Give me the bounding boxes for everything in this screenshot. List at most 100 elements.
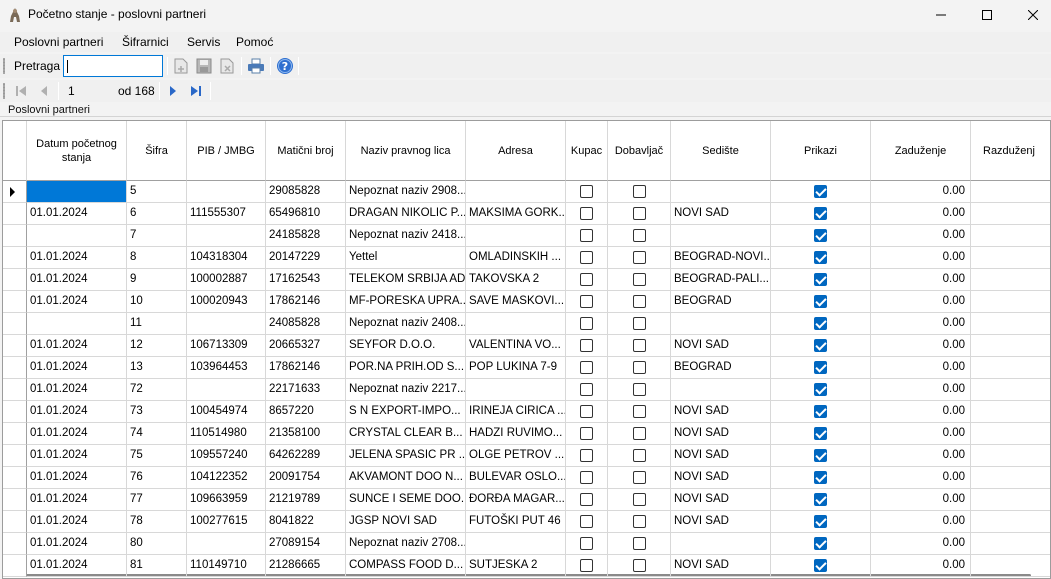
sifra-cell[interactable]: 11 (127, 313, 187, 335)
sifra-cell[interactable]: 9 (127, 269, 187, 291)
maticni-broj-cell[interactable]: 20147229 (266, 247, 346, 269)
maticni-broj-cell[interactable]: 65496810 (266, 203, 346, 225)
sediste-cell[interactable]: NOVI SAD (671, 489, 771, 511)
row-header[interactable] (3, 555, 27, 577)
datum-cell[interactable]: 01.01.2024 (27, 555, 127, 577)
razduzenje-cell[interactable] (971, 313, 1050, 335)
prikazi-checkbox[interactable] (814, 405, 827, 418)
menu-servis[interactable]: Servis (187, 35, 220, 49)
row-header[interactable] (3, 357, 27, 379)
sifra-cell[interactable]: 80 (127, 533, 187, 555)
datum-cell[interactable]: 01.01.2024 (27, 511, 127, 533)
zaduzenje-cell[interactable]: 0.00 (871, 489, 971, 511)
prikazi-checkbox[interactable] (814, 251, 827, 264)
adresa-cell[interactable]: POP LUKINA 7-9 (466, 357, 566, 379)
maticni-broj-cell[interactable]: 20665327 (266, 335, 346, 357)
pib-cell[interactable] (187, 181, 266, 203)
datum-cell[interactable]: 01.01.2024 (27, 357, 127, 379)
row-header[interactable] (3, 181, 27, 203)
sifra-cell[interactable]: 8 (127, 247, 187, 269)
dobavljac-checkbox[interactable] (633, 339, 646, 352)
prikazi-checkbox[interactable] (814, 537, 827, 550)
column-zaduzenje-header[interactable]: Zaduženje (871, 121, 971, 181)
dobavljac-checkbox[interactable] (633, 317, 646, 330)
prikazi-checkbox[interactable] (814, 273, 827, 286)
dobavljac-checkbox[interactable] (633, 471, 646, 484)
dobavljac-checkbox[interactable] (633, 405, 646, 418)
datum-cell[interactable]: 01.01.2024 (27, 291, 127, 313)
row-header[interactable] (3, 533, 27, 555)
prikazi-checkbox[interactable] (814, 449, 827, 462)
razduzenje-cell[interactable] (971, 291, 1050, 313)
zaduzenje-cell[interactable]: 0.00 (871, 533, 971, 555)
column-maticni-broj-header[interactable]: Matični broj (266, 121, 346, 181)
pib-cell[interactable]: 110149710 (187, 555, 266, 577)
adresa-cell[interactable]: SUTJESKA 2 (466, 555, 566, 577)
kupac-checkbox[interactable] (580, 185, 593, 198)
naziv-cell[interactable]: Nepoznat naziv 2418... (346, 225, 466, 247)
zaduzenje-cell[interactable]: 0.00 (871, 269, 971, 291)
sediste-cell[interactable]: BEOGRAD (671, 291, 771, 313)
menu-poslovni-partneri[interactable]: Poslovni partneri (14, 35, 103, 49)
save-icon[interactable] (195, 57, 213, 75)
razduzenje-cell[interactable] (971, 269, 1050, 291)
naziv-cell[interactable]: DRAGAN NIKOLIC P... (346, 203, 466, 225)
adresa-cell[interactable] (466, 379, 566, 401)
column-adresa-header[interactable]: Adresa (466, 121, 566, 181)
sediste-cell[interactable]: NOVI SAD (671, 555, 771, 577)
row-header[interactable] (3, 511, 27, 533)
zaduzenje-cell[interactable]: 0.00 (871, 379, 971, 401)
zaduzenje-cell[interactable]: 0.00 (871, 467, 971, 489)
menu-pomoc[interactable]: Pomoć (236, 35, 273, 49)
prikazi-checkbox[interactable] (814, 185, 827, 198)
zaduzenje-cell[interactable]: 0.00 (871, 203, 971, 225)
prikazi-checkbox[interactable] (814, 295, 827, 308)
naziv-cell[interactable]: SUNCE I SEME DOO... (346, 489, 466, 511)
razduzenje-cell[interactable] (971, 423, 1050, 445)
naziv-cell[interactable]: Nepoznat naziv 2217... (346, 379, 466, 401)
row-header[interactable] (3, 401, 27, 423)
maticni-broj-cell[interactable]: 27089154 (266, 533, 346, 555)
sifra-cell[interactable]: 75 (127, 445, 187, 467)
kupac-checkbox[interactable] (580, 449, 593, 462)
dobavljac-checkbox[interactable] (633, 185, 646, 198)
sifra-cell[interactable]: 13 (127, 357, 187, 379)
prikazi-checkbox[interactable] (814, 471, 827, 484)
column-sifra-header[interactable]: Šifra (127, 121, 187, 181)
pib-cell[interactable] (187, 313, 266, 335)
kupac-checkbox[interactable] (580, 559, 593, 572)
datum-cell[interactable]: 01.01.2024 (27, 335, 127, 357)
razduzenje-cell[interactable] (971, 247, 1050, 269)
zaduzenje-cell[interactable]: 0.00 (871, 357, 971, 379)
sifra-cell[interactable]: 76 (127, 467, 187, 489)
prikazi-checkbox[interactable] (814, 361, 827, 374)
pib-cell[interactable]: 109557240 (187, 445, 266, 467)
kupac-checkbox[interactable] (580, 471, 593, 484)
zaduzenje-cell[interactable]: 0.00 (871, 401, 971, 423)
row-header[interactable] (3, 203, 27, 225)
pib-cell[interactable]: 100454974 (187, 401, 266, 423)
column-pib-header[interactable]: PIB / JMBG (187, 121, 266, 181)
dobavljac-checkbox[interactable] (633, 207, 646, 220)
sediste-cell[interactable]: BEOGRAD (671, 357, 771, 379)
pib-cell[interactable]: 106713309 (187, 335, 266, 357)
adresa-cell[interactable]: OLGE PETROV ... (466, 445, 566, 467)
adresa-cell[interactable]: TAKOVSKA 2 (466, 269, 566, 291)
adresa-cell[interactable]: IRINEJA CIRICA ... (466, 401, 566, 423)
kupac-checkbox[interactable] (580, 295, 593, 308)
datum-cell[interactable]: 01.01.2024 (27, 533, 127, 555)
column-sediste-header[interactable]: Sedište (671, 121, 771, 181)
new-record-icon[interactable] (172, 57, 190, 75)
sediste-cell[interactable]: NOVI SAD (671, 423, 771, 445)
razduzenje-cell[interactable] (971, 357, 1050, 379)
pib-cell[interactable] (187, 225, 266, 247)
kupac-checkbox[interactable] (580, 207, 593, 220)
prikazi-checkbox[interactable] (814, 383, 827, 396)
column-datum-header[interactable]: Datum početnog stanja (27, 121, 127, 181)
datum-cell[interactable]: 01.01.2024 (27, 423, 127, 445)
sediste-cell[interactable] (671, 225, 771, 247)
razduzenje-cell[interactable] (971, 555, 1050, 577)
dobavljac-checkbox[interactable] (633, 383, 646, 396)
maximize-button[interactable] (964, 0, 1010, 30)
pib-cell[interactable]: 104318304 (187, 247, 266, 269)
